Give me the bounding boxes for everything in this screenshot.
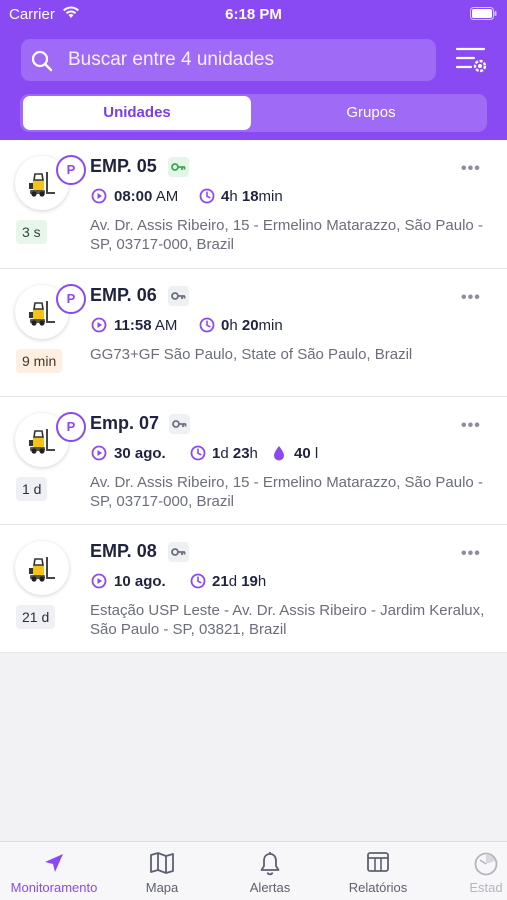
last-update-badge: 21 d xyxy=(16,605,56,629)
duration: 21d 19h xyxy=(212,573,267,590)
gauge-icon xyxy=(473,851,499,880)
tab-monitoring-label: Monitoramento xyxy=(10,880,98,895)
tab-map[interactable]: Mapa xyxy=(108,842,216,900)
more-options-button[interactable]: ••• xyxy=(461,289,481,307)
tab-status[interactable]: Estad xyxy=(432,842,507,900)
parked-badge: P xyxy=(56,155,86,185)
ignition-key-icon xyxy=(168,286,189,306)
last-update-badge: 3 s xyxy=(16,220,47,244)
filter-settings-button[interactable] xyxy=(452,43,492,77)
tab-status-label: Estad xyxy=(469,880,503,895)
fuel-level: 40 l xyxy=(294,445,319,462)
tab-monitoring[interactable]: Monitoramento xyxy=(0,842,108,900)
ignition-key-icon xyxy=(169,414,190,434)
more-options-button[interactable]: ••• xyxy=(461,417,481,435)
last-update-badge: 1 d xyxy=(16,477,48,501)
more-options-button[interactable]: ••• xyxy=(461,160,481,178)
search-input[interactable]: Buscar entre 4 unidades xyxy=(21,39,436,81)
app-header: Carrier 6:18 PM Buscar entre 4 unidades … xyxy=(0,0,507,140)
unit-card[interactable]: 21 d EMP. 08 ••• 10 ago. 21d 19h Estação… xyxy=(0,525,507,653)
battery-icon xyxy=(470,7,497,24)
start-time-icon xyxy=(91,188,107,208)
units-list: P 3 s EMP. 05 ••• 08:00 AM 4h 18min Av. D… xyxy=(0,140,507,653)
unit-name: EMP. 06 xyxy=(90,285,157,305)
duration-clock-icon xyxy=(190,445,206,465)
unit-name: EMP. 08 xyxy=(90,541,157,561)
vehicle-avatar xyxy=(15,541,69,595)
unit-card[interactable]: P 9 min EMP. 06 ••• 11:58 AM 0h 20min GG7… xyxy=(0,269,507,397)
unit-address: Av. Dr. Assis Ribeiro, 15 - Ermelino Mat… xyxy=(90,217,483,253)
last-update-badge: 9 min xyxy=(16,349,63,373)
more-options-button[interactable]: ••• xyxy=(461,545,481,563)
bell-icon xyxy=(258,851,282,880)
unit-address: Estação USP Leste - Av. Dr. Assis Ribeir… xyxy=(90,602,485,638)
tab-units[interactable]: Unidades xyxy=(23,96,251,130)
duration-clock-icon xyxy=(190,573,206,593)
duration-clock-icon xyxy=(199,188,215,208)
unit-name: Emp. 07 xyxy=(90,413,160,433)
clock: 6:18 PM xyxy=(225,6,282,23)
tab-map-label: Mapa xyxy=(145,880,179,895)
duration: 4h 18min xyxy=(221,188,283,205)
duration: 0h 20min xyxy=(221,317,283,334)
start-time: 30 ago. xyxy=(114,445,166,462)
navigation-arrow-icon xyxy=(42,851,66,878)
start-time: 11:58 AM xyxy=(114,317,178,334)
unit-address: Av. Dr. Assis Ribeiro, 15 - Ermelino Mat… xyxy=(90,474,483,510)
tab-alerts-label: Alertas xyxy=(249,880,291,895)
filter-settings-icon xyxy=(455,47,487,73)
tab-reports[interactable]: Relatórios xyxy=(324,842,432,900)
segmented-control: Unidades Grupos xyxy=(20,94,487,132)
duration-clock-icon xyxy=(199,317,215,337)
unit-name: EMP. 05 xyxy=(90,156,157,176)
start-time-icon xyxy=(91,573,107,593)
ignition-key-icon xyxy=(168,157,189,177)
tab-reports-label: Relatórios xyxy=(348,880,408,895)
status-bar: Carrier 6:18 PM xyxy=(0,0,507,28)
unit-card[interactable]: P 3 s EMP. 05 ••• 08:00 AM 4h 18min Av. D… xyxy=(0,140,507,269)
unit-address: GG73+GF São Paulo, State of São Paulo, B… xyxy=(90,346,413,363)
start-time: 10 ago. xyxy=(114,573,166,590)
search-icon xyxy=(31,50,53,77)
start-time: 08:00 AM xyxy=(114,188,179,205)
report-table-icon xyxy=(366,851,390,876)
tab-alerts[interactable]: Alertas xyxy=(216,842,324,900)
duration: 1d 23h xyxy=(212,445,258,462)
map-icon xyxy=(149,851,175,878)
ignition-key-icon xyxy=(168,542,189,562)
fuel-drop-icon xyxy=(272,445,286,465)
start-time-icon xyxy=(91,317,107,337)
tab-groups[interactable]: Grupos xyxy=(260,96,482,130)
search-placeholder: Buscar entre 4 unidades xyxy=(68,49,274,70)
start-time-icon xyxy=(91,445,107,465)
parked-badge: P xyxy=(56,412,86,442)
tab-bar: Monitoramento Mapa Alertas Relatórios Es… xyxy=(0,841,507,900)
unit-card[interactable]: P 1 d Emp. 07 ••• 30 ago. 1d 23h 40 l Av.… xyxy=(0,397,507,525)
parked-badge: P xyxy=(56,284,86,314)
